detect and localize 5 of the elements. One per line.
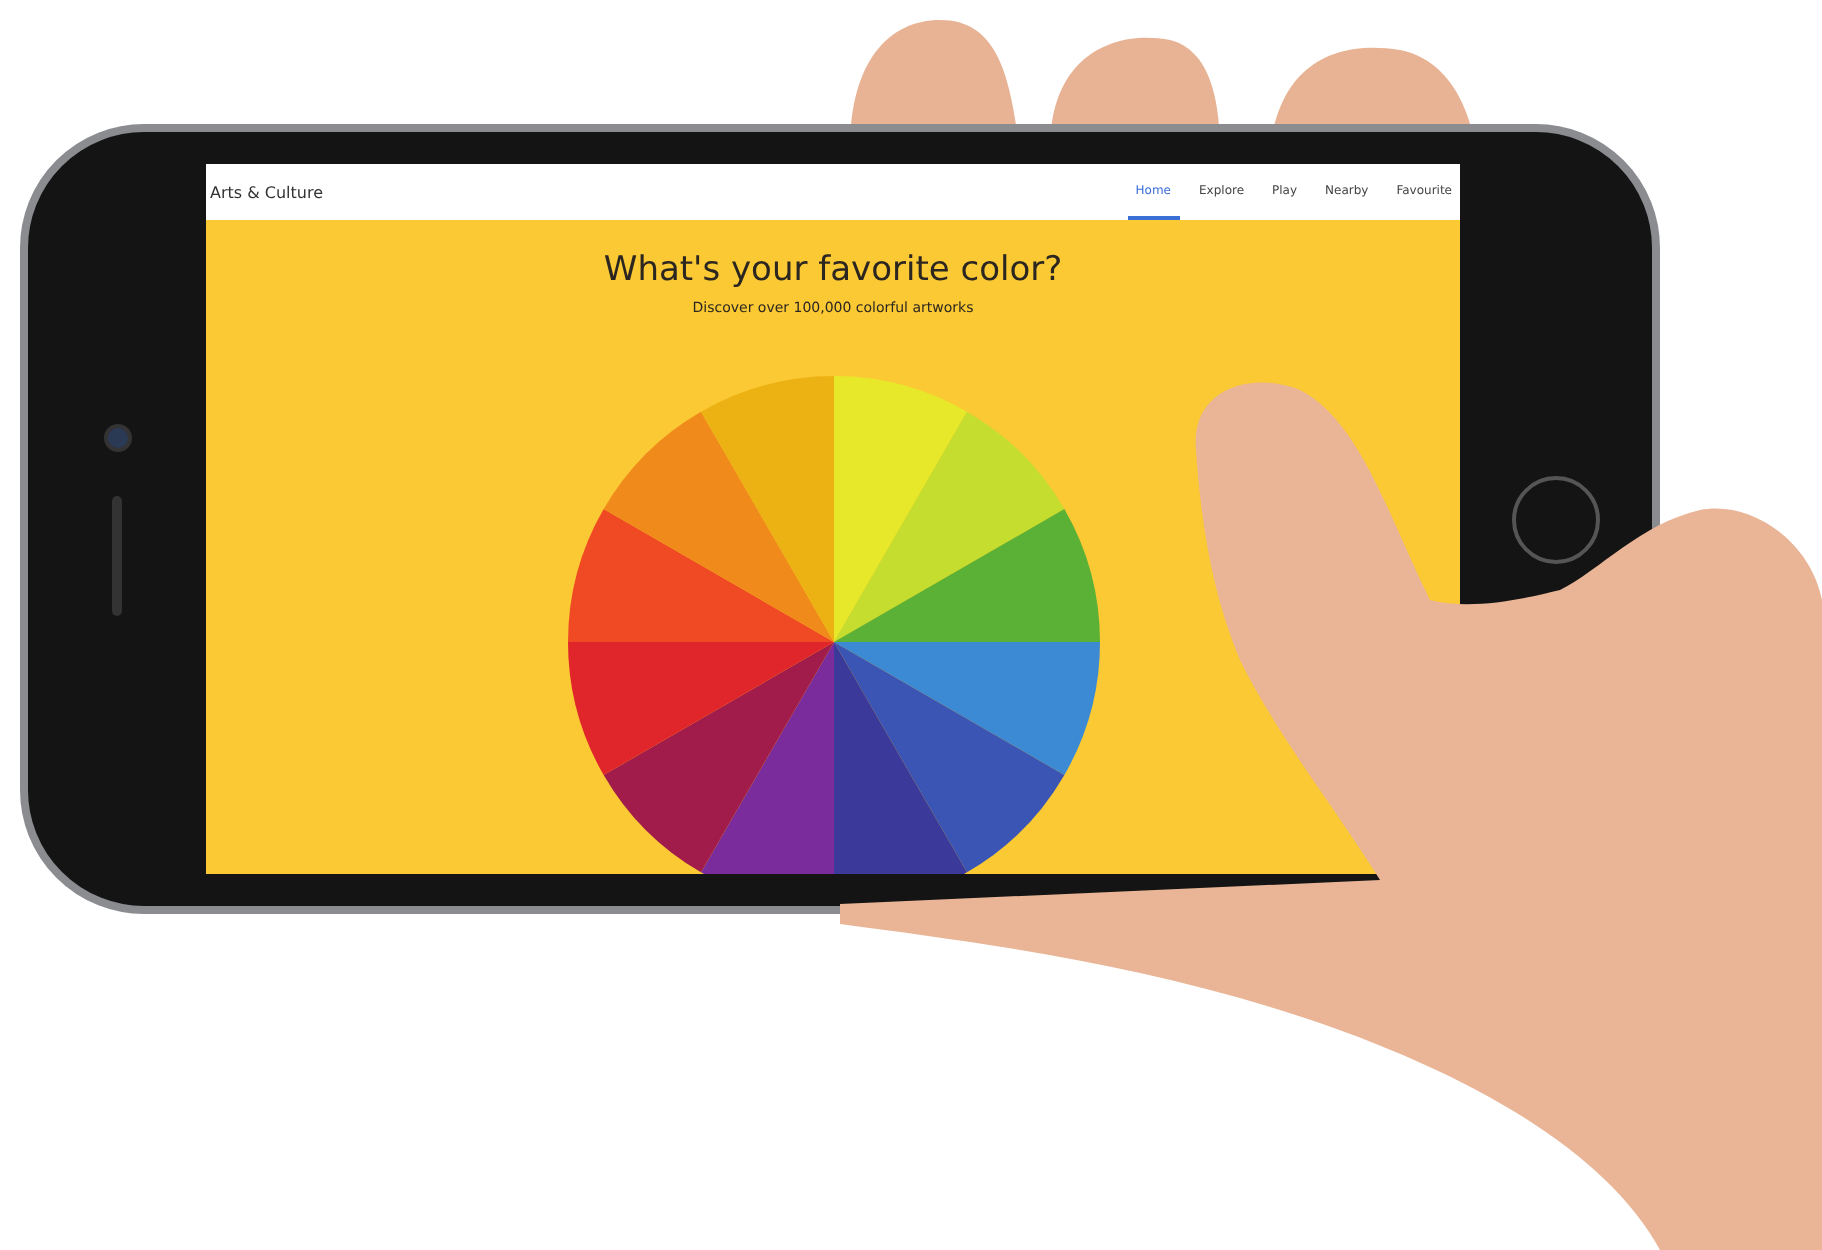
camera-icon [103,423,131,451]
home-button[interactable] [1512,475,1600,563]
hero-title: What's your favorite color? [603,250,1063,290]
site-title: Arts & Culture [210,183,324,201]
speaker-slot [112,495,122,615]
